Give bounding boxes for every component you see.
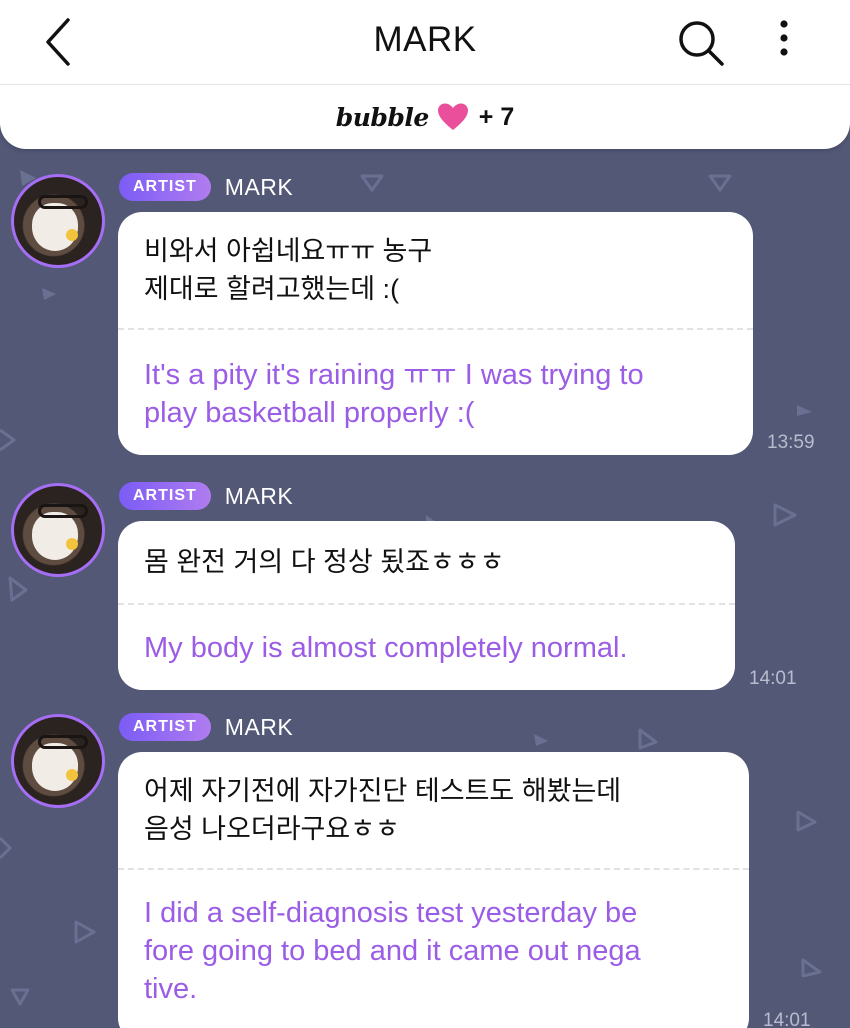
- divider: [118, 328, 753, 330]
- artist-badge: ARTIST: [119, 482, 211, 510]
- sender-name: MARK: [224, 173, 294, 200]
- avatar-photo: [32, 743, 78, 791]
- message-time: 13:59: [767, 432, 815, 453]
- search-icon: [679, 21, 724, 66]
- message-time: 14:01: [749, 668, 797, 689]
- translated-text: It's a pity it's raining ㅠㅠ I was trying…: [144, 359, 644, 429]
- heart-icon: [437, 103, 468, 130]
- avatar[interactable]: [11, 714, 105, 808]
- translated-text: My body is almost completely normal.: [144, 632, 628, 664]
- artist-badge: ARTIST: [119, 713, 211, 741]
- translated-text: I did a self-diagnosis test yesterday be…: [144, 897, 641, 1005]
- sender-name: MARK: [224, 482, 294, 509]
- sender-name: MARK: [224, 713, 294, 740]
- original-text: 몸 완전 거의 다 정상 됬죠ㅎㅎㅎ: [144, 547, 505, 577]
- search-button[interactable]: [672, 14, 728, 70]
- message-bubble[interactable]: 비와서 아쉽네요ㅠㅠ 농구 제대로 할려고했는데 :( It's a pity …: [118, 212, 753, 455]
- top-navigation-bar: MARK: [0, 0, 850, 85]
- artist-badge: ARTIST: [119, 173, 211, 201]
- bubble-count: + 7: [478, 102, 515, 131]
- divider: [118, 603, 735, 605]
- original-text: 어제 자기전에 자가진단 테스트도 해봤는데 음성 나오더라구요ㅎㅎ: [144, 776, 622, 844]
- message-bubble[interactable]: 몸 완전 거의 다 정상 됬죠ㅎㅎㅎ My body is almost com…: [118, 521, 735, 690]
- avatar-photo: [32, 203, 78, 251]
- original-text: 비와서 아쉽네요ㅠㅠ 농구 제대로 할려고했는데 :(: [144, 236, 433, 304]
- message-time: 14:01: [763, 1010, 811, 1028]
- avatar[interactable]: [11, 483, 105, 577]
- more-options-button[interactable]: [760, 14, 808, 70]
- bubble-count-bar[interactable]: bubble + 7: [0, 85, 850, 149]
- avatar[interactable]: [11, 174, 105, 268]
- avatar-photo: [32, 512, 78, 560]
- more-vertical-icon: [780, 20, 788, 56]
- message-bubble[interactable]: 어제 자기전에 자가진단 테스트도 해봤는데 음성 나오더라구요ㅎㅎ I did…: [118, 752, 749, 1028]
- bubble-logo: bubble: [335, 102, 430, 132]
- divider: [118, 868, 749, 870]
